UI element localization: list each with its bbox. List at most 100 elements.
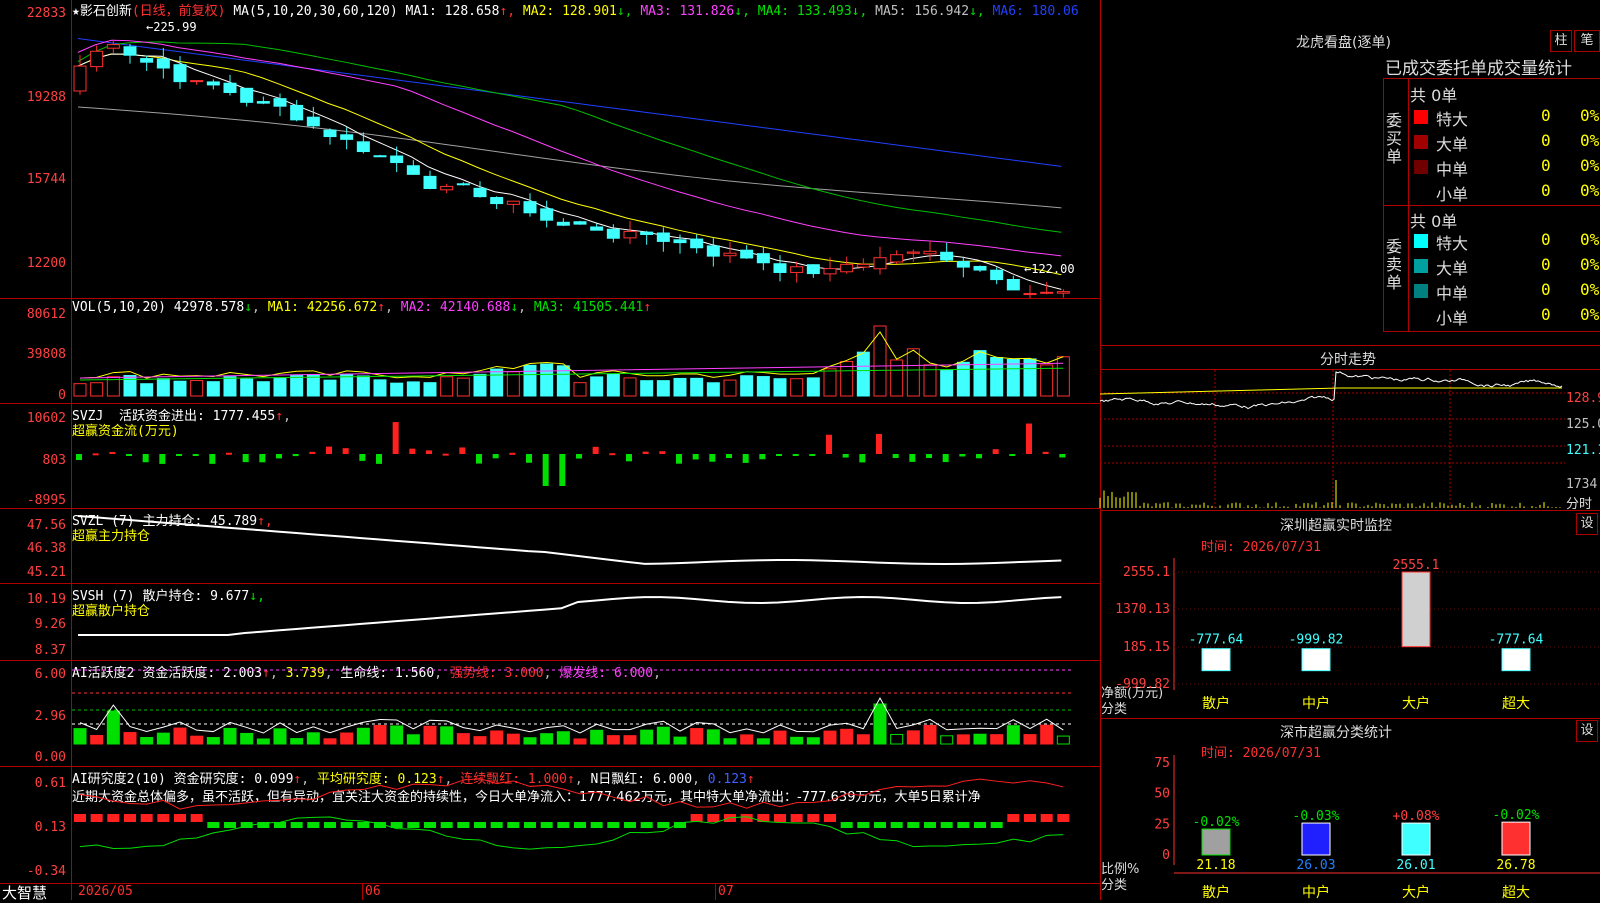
volume-bar bbox=[140, 383, 154, 397]
research-bar bbox=[640, 822, 653, 828]
flow-bar bbox=[409, 448, 416, 454]
research-bar bbox=[624, 822, 636, 828]
flow-bar bbox=[342, 448, 349, 454]
ratio-bar-chart: 75 50 25 0 -0.02% 21.18 散户 -0.03% 26.03 中户 +0.08% 2… bbox=[1154, 755, 1600, 901]
volume-bar bbox=[606, 373, 620, 397]
research-bar bbox=[90, 814, 103, 822]
candle bbox=[590, 226, 604, 231]
candle bbox=[106, 44, 120, 49]
change-label: +0.08% bbox=[1393, 809, 1440, 824]
axis-tick-label: 22833 bbox=[26, 6, 66, 21]
fund-flow-chart bbox=[76, 422, 1066, 486]
volume-bar bbox=[490, 368, 504, 397]
research-bar bbox=[207, 822, 220, 828]
flow-bar bbox=[326, 446, 332, 454]
flow-bar bbox=[792, 454, 799, 456]
candle bbox=[440, 185, 454, 191]
activity-bar bbox=[606, 735, 620, 745]
axis-tick-label: 47.56 bbox=[26, 518, 66, 533]
activity-bar bbox=[440, 726, 454, 745]
volume-bar bbox=[906, 348, 920, 397]
activity-bar bbox=[956, 734, 970, 745]
candle bbox=[973, 265, 987, 271]
volume-bar bbox=[740, 375, 754, 397]
candle bbox=[240, 87, 254, 103]
date-tick bbox=[715, 884, 716, 900]
volume-bar bbox=[773, 378, 787, 397]
candle bbox=[673, 239, 687, 244]
classify-settings-button[interactable]: 设 bbox=[1576, 720, 1598, 742]
flow-bar bbox=[609, 453, 616, 456]
axis-tick-label: -0.34 bbox=[26, 864, 66, 879]
date-label: 2026/05 bbox=[78, 884, 133, 899]
candle bbox=[1056, 291, 1070, 294]
research-bar bbox=[840, 822, 853, 828]
dragon-title: 龙虎看盘(逐单) bbox=[1296, 35, 1391, 51]
research-bar bbox=[590, 822, 603, 828]
axis-tick-label: 10602 bbox=[26, 411, 66, 426]
flow-bar bbox=[226, 452, 232, 455]
research-bar bbox=[1024, 814, 1036, 822]
high-marker: ←225.99 bbox=[146, 20, 197, 34]
volume-bar bbox=[623, 377, 637, 397]
candle bbox=[790, 266, 804, 273]
flow-bar bbox=[959, 454, 966, 457]
research-bar bbox=[957, 822, 970, 828]
flow-bar bbox=[692, 454, 699, 460]
volume-bar bbox=[256, 381, 270, 397]
activity-bar bbox=[940, 735, 954, 745]
activity-bar bbox=[456, 733, 470, 745]
color-swatch bbox=[1414, 160, 1428, 174]
flow-bar bbox=[676, 454, 682, 464]
candle bbox=[156, 58, 170, 69]
volume-bar bbox=[323, 379, 337, 397]
activity-bar bbox=[256, 738, 270, 745]
activity-bar bbox=[240, 732, 254, 745]
research-bar bbox=[224, 822, 236, 828]
bar-mode-button[interactable]: 柱 bbox=[1550, 30, 1572, 52]
flow-bar bbox=[376, 454, 382, 464]
order-cell: 0% bbox=[1580, 255, 1600, 274]
axis-tick-label: -8995 bbox=[26, 493, 66, 508]
research-bar bbox=[924, 822, 936, 828]
activity-bar bbox=[1023, 734, 1037, 745]
net-bar bbox=[1401, 571, 1431, 648]
sell-side-label: 委卖单 bbox=[1386, 237, 1403, 292]
candle bbox=[1023, 293, 1037, 296]
intraday-title: 分时走势 bbox=[1320, 352, 1376, 368]
activity-bar bbox=[406, 734, 420, 745]
research-bar bbox=[540, 822, 553, 828]
research-bar bbox=[357, 822, 370, 828]
flow-bar bbox=[442, 453, 449, 456]
research-bar bbox=[124, 814, 136, 822]
volume-bar bbox=[723, 379, 737, 397]
activity-bar bbox=[323, 738, 337, 745]
volume-bar bbox=[356, 375, 370, 397]
value-label: -999.82 bbox=[1289, 633, 1344, 648]
candle bbox=[856, 263, 870, 268]
volume-bar bbox=[706, 382, 720, 397]
volume-bar bbox=[1056, 356, 1070, 397]
research-bar bbox=[857, 822, 870, 828]
research-bar bbox=[157, 814, 170, 822]
monitor-settings-button[interactable]: 设 bbox=[1576, 513, 1598, 535]
flow-bar bbox=[392, 422, 399, 454]
activity-bar bbox=[873, 703, 887, 745]
axis-tick-label: 46.38 bbox=[26, 541, 66, 556]
flow-bar bbox=[292, 454, 299, 457]
order-cell: 0 bbox=[1541, 305, 1551, 324]
volume-bar bbox=[340, 374, 354, 397]
flow-bar bbox=[126, 454, 132, 456]
intraday-vol-axis: 1734 bbox=[1566, 477, 1598, 492]
flow-bar bbox=[759, 454, 766, 460]
value-label: 26.78 bbox=[1496, 858, 1535, 873]
candle bbox=[456, 183, 470, 186]
activity-bar bbox=[623, 735, 637, 745]
intraday-axis: 121.1 bbox=[1566, 443, 1600, 458]
activity-bar bbox=[223, 727, 237, 745]
volume-bar bbox=[1023, 358, 1037, 397]
research-bar bbox=[557, 822, 570, 828]
activity-bar bbox=[790, 736, 804, 745]
activity-bar bbox=[73, 728, 87, 745]
tick-mode-button[interactable]: 笔 bbox=[1574, 30, 1600, 52]
